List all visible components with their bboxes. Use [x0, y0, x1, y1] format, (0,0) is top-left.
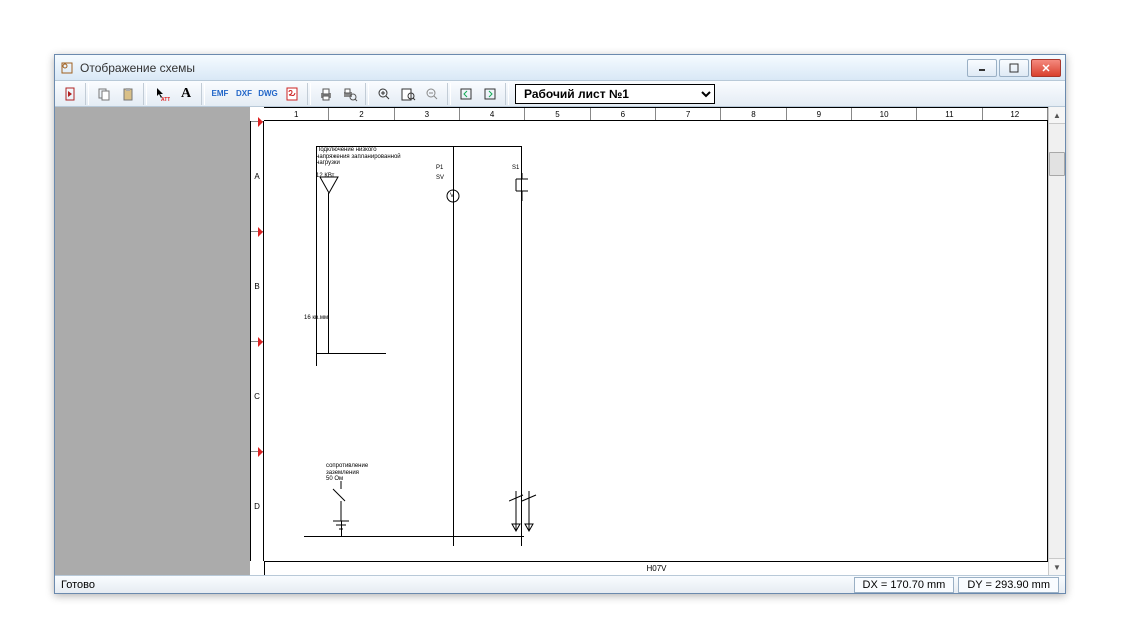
ruler-col: 7 — [656, 108, 721, 120]
wire-label: 16 кв.мм — [304, 315, 328, 322]
export-dwg-button[interactable]: DWG — [257, 83, 279, 105]
maximize-button[interactable] — [999, 59, 1029, 77]
ruler-row: B — [251, 231, 263, 341]
export-emf-button[interactable]: EMF — [209, 83, 231, 105]
print-button[interactable] — [315, 83, 337, 105]
vertical-ruler: ABCD — [250, 121, 264, 561]
separator-icon — [85, 83, 89, 105]
panel-left — [55, 107, 250, 575]
ruler-col: 2 — [329, 108, 394, 120]
cursor-att-button[interactable]: ATT — [151, 83, 173, 105]
ruler-col: 10 — [852, 108, 917, 120]
marker-icon — [258, 337, 263, 347]
drawing-canvas[interactable]: Подключение низкого напряжения запланиро… — [264, 121, 1048, 561]
separator-icon — [447, 83, 451, 105]
ruler-col: 4 — [460, 108, 525, 120]
power-label: 12 КВт — [316, 173, 334, 180]
ruler-col: 3 — [395, 108, 460, 120]
statusbar: Готово DX = 170.70 mm DY = 293.90 mm — [55, 575, 1065, 593]
marker-icon — [258, 117, 263, 127]
ruler-col: 11 — [917, 108, 982, 120]
window-title: Отображение схемы — [80, 61, 967, 75]
ground-note: сопротивление заземления 50 Ом — [326, 463, 368, 483]
svg-text:ATT: ATT — [161, 97, 170, 102]
v-label: V — [450, 193, 454, 200]
workarea: 123456789101112 ABCD — [55, 107, 1065, 575]
marker-icon — [258, 227, 263, 237]
copy-button[interactable] — [93, 83, 115, 105]
sheet-selector[interactable]: Рабочий лист №1 — [515, 84, 715, 104]
export-dxf-button[interactable]: DXF — [233, 83, 255, 105]
status-ready: Готово — [61, 579, 850, 591]
ruler-col: 8 — [721, 108, 786, 120]
bottom-ruler: H07V — [264, 561, 1048, 575]
ruler-row: D — [251, 451, 263, 561]
s1-label: S1 — [512, 165, 519, 172]
exit-button[interactable] — [59, 83, 81, 105]
ruler-row: A — [251, 121, 263, 231]
zoom-fit-button[interactable] — [397, 83, 419, 105]
marker-icon — [258, 447, 263, 457]
zoom-in-button[interactable] — [373, 83, 395, 105]
ruler-col: 6 — [591, 108, 656, 120]
toolbar: ATT A EMF DXF DWG Рабочий лист №1 — [55, 81, 1065, 107]
prev-page-button[interactable] — [455, 83, 477, 105]
zoom-out-button[interactable] — [421, 83, 443, 105]
horizontal-ruler: 123456789101112 — [264, 107, 1048, 121]
separator-icon — [143, 83, 147, 105]
ruler-row: C — [251, 341, 263, 451]
ruler-col: 12 — [983, 108, 1048, 120]
schematic-note: Подключение низкого напряжения запланиро… — [316, 147, 401, 167]
sv-label: SV — [436, 175, 444, 182]
app-icon — [59, 60, 75, 76]
text-button[interactable]: A — [175, 83, 197, 105]
vertical-scrollbar[interactable]: ▲ ▼ — [1048, 107, 1065, 575]
scroll-up-icon[interactable]: ▲ — [1049, 107, 1065, 124]
paste-button[interactable] — [117, 83, 139, 105]
print-preview-button[interactable] — [339, 83, 361, 105]
ruler-col: 9 — [787, 108, 852, 120]
status-dy: DY = 293.90 mm — [958, 577, 1059, 593]
next-page-button[interactable] — [479, 83, 501, 105]
separator-icon — [505, 83, 509, 105]
status-dx: DX = 170.70 mm — [854, 577, 955, 593]
export-pdf-button[interactable] — [281, 83, 303, 105]
ruler-col: 5 — [525, 108, 590, 120]
p1-label: P1 — [436, 165, 443, 172]
close-button[interactable] — [1031, 59, 1061, 77]
separator-icon — [365, 83, 369, 105]
window: Отображение схемы ATT A EMF DXF DWG — [54, 54, 1066, 594]
scrollbar-thumb[interactable] — [1049, 152, 1065, 176]
ruler-col: 1 — [264, 108, 329, 120]
titlebar[interactable]: Отображение схемы — [55, 55, 1065, 81]
separator-icon — [307, 83, 311, 105]
minimize-button[interactable] — [967, 59, 997, 77]
separator-icon — [201, 83, 205, 105]
document-viewport[interactable]: 123456789101112 ABCD — [250, 107, 1048, 575]
scroll-down-icon[interactable]: ▼ — [1049, 558, 1065, 575]
